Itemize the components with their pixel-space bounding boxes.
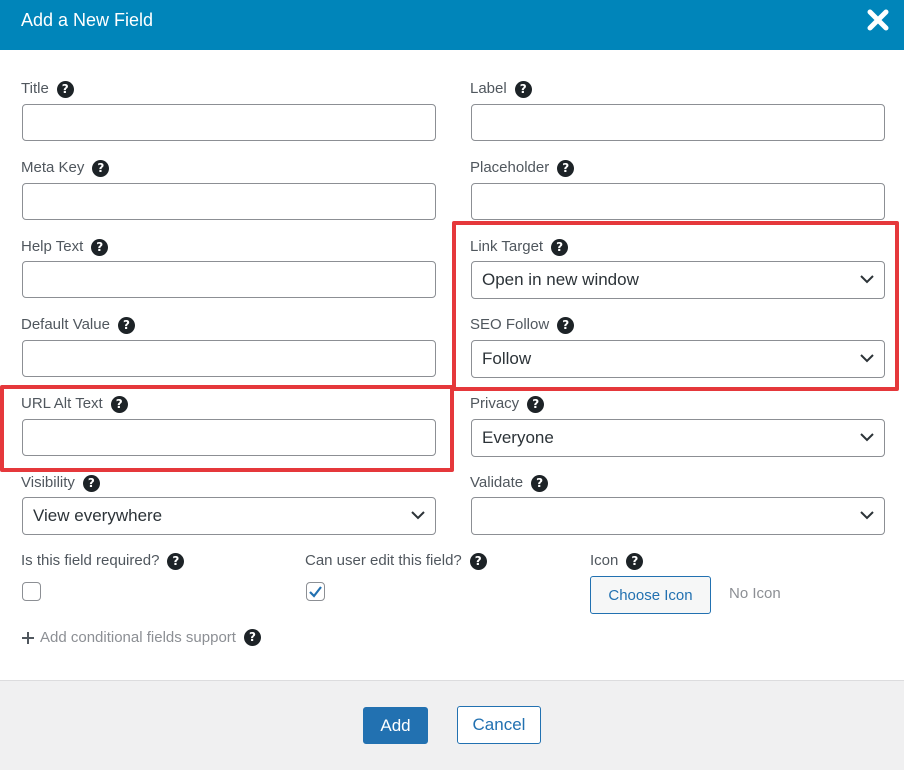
help-icon[interactable]: ?	[82, 474, 100, 492]
help-icon[interactable]: ?	[243, 629, 261, 646]
help-icon[interactable]: ?	[91, 238, 109, 256]
default-value-label: Default Value ?	[21, 316, 135, 334]
cancel-button[interactable]: Cancel	[457, 706, 541, 744]
title-label: Title ?	[21, 80, 74, 98]
placeholder-label: Placeholder ?	[470, 159, 575, 177]
visibility-select[interactable]: View everywhere	[22, 497, 436, 535]
visibility-label: Visibility ?	[21, 474, 100, 492]
help-icon[interactable]: ?	[167, 552, 185, 570]
choose-icon-button[interactable]: Choose Icon	[590, 576, 711, 614]
help-icon[interactable]: ?	[117, 316, 135, 334]
help-icon[interactable]: ?	[557, 159, 575, 177]
validate-label: Validate ?	[470, 474, 549, 492]
checkmark-icon	[309, 586, 322, 598]
meta-key-label: Meta Key ?	[21, 159, 110, 177]
title-input[interactable]	[22, 104, 436, 141]
privacy-label: Privacy ?	[470, 395, 545, 413]
highlight-box-link-seo	[452, 221, 899, 391]
chevron-down-icon	[860, 433, 874, 442]
meta-key-input[interactable]	[22, 183, 436, 220]
help-icon[interactable]: ?	[514, 80, 532, 98]
validate-select[interactable]	[471, 497, 885, 535]
highlight-box-url-alt	[0, 385, 454, 472]
help-text-input[interactable]	[22, 261, 436, 298]
help-icon[interactable]: ?	[527, 395, 545, 413]
editable-label: Can user edit this field? ?	[305, 552, 487, 570]
required-checkbox[interactable]	[22, 582, 41, 601]
privacy-select[interactable]: Everyone	[471, 419, 885, 457]
add-button[interactable]: Add	[363, 707, 428, 744]
help-text-label: Help Text ?	[21, 238, 109, 256]
default-value-input[interactable]	[22, 340, 436, 377]
placeholder-input[interactable]	[471, 183, 885, 220]
help-icon[interactable]: ?	[92, 159, 110, 177]
required-label: Is this field required? ?	[21, 552, 185, 570]
dialog-header: Add a New Field	[0, 0, 904, 50]
label-input[interactable]	[471, 104, 885, 141]
help-icon[interactable]: ?	[626, 552, 644, 570]
chevron-down-icon	[411, 511, 425, 520]
label-label: Label ?	[470, 80, 532, 98]
dialog-title: Add a New Field	[21, 10, 154, 30]
editable-checkbox[interactable]	[306, 582, 325, 601]
add-conditional-link[interactable]: Add conditional fields support ?	[21, 629, 261, 646]
help-icon[interactable]: ?	[56, 80, 74, 98]
help-icon[interactable]: ?	[469, 552, 487, 570]
icon-label: Icon ?	[590, 552, 644, 570]
close-icon[interactable]	[866, 8, 890, 32]
plus-icon	[22, 631, 34, 644]
icon-status: No Icon	[729, 585, 781, 602]
help-icon[interactable]: ?	[531, 474, 549, 492]
dialog-footer	[0, 680, 904, 770]
chevron-down-icon	[860, 511, 874, 520]
